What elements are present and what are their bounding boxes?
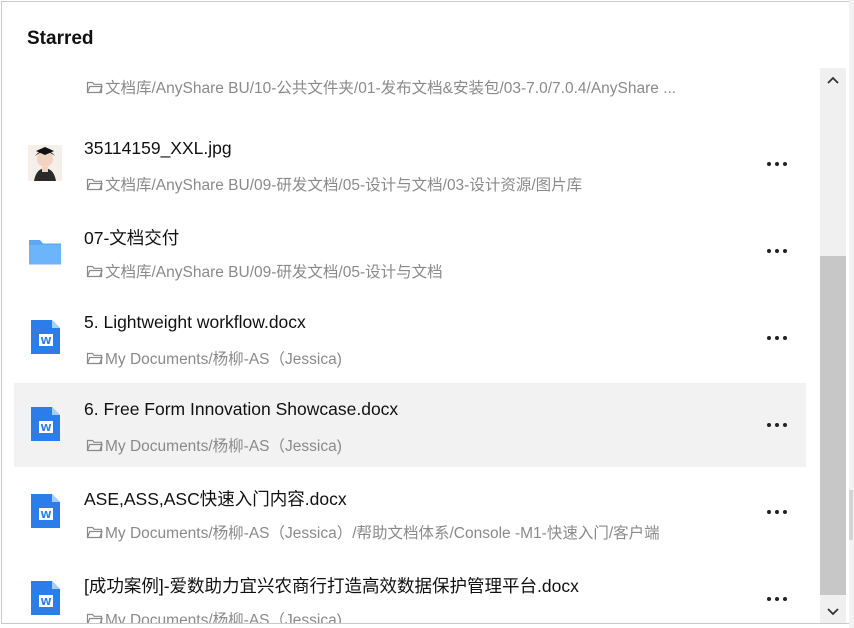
folder-outline-icon [86, 81, 103, 94]
item-path: 文档库/AnyShare BU/09-研发文档/05-设计与文档 [86, 260, 443, 282]
item-name: 07-文档交付 [84, 228, 180, 248]
more-options-button[interactable] [760, 413, 794, 437]
item-path: My Documents/杨柳-AS（Jessica) [86, 347, 342, 369]
item-path: 文档库/AnyShare BU/09-研发文档/05-设计与文档/03-设计资源… [86, 173, 582, 195]
item-path: My Documents/杨柳-AS（Jessica) [86, 608, 342, 623]
list-item[interactable]: 文档库/AnyShare BU/10-公共文件夹/01-发布文档&安装包/03-… [14, 62, 806, 122]
svg-text:W: W [40, 597, 51, 608]
list-item[interactable]: W [成功案例]-爱数助力宜兴农商行打造高效数据保护管理平台.docx My D… [14, 557, 806, 623]
folder-outline-icon [86, 439, 103, 452]
item-path: My Documents/杨柳-AS（Jessica）/帮助文档体系/Conso… [86, 521, 660, 543]
item-name: 35114159_XXL.jpg [84, 138, 232, 158]
list-item[interactable]: W ASE,ASS,ASC快速入门内容.docx My Documents/杨柳… [14, 470, 806, 554]
folder-outline-icon [86, 178, 103, 191]
window-edge [849, 0, 854, 628]
svg-text:W: W [40, 336, 51, 347]
more-options-button[interactable] [760, 500, 794, 524]
word-doc-icon: W [31, 407, 60, 441]
scroll-up-button[interactable] [820, 68, 846, 92]
image-thumbnail [28, 145, 62, 181]
word-doc-icon: W [31, 320, 60, 354]
list-item[interactable]: 35114159_XXL.jpg 文档库/AnyShare BU/09-研发文档… [14, 122, 806, 206]
starred-panel: Starred 文档库/AnyShare BU/10-公共文件夹/01-发布文档… [1, 1, 850, 624]
list-item-selected[interactable]: W 6. Free Form Innovation Showcase.docx … [14, 383, 806, 467]
item-name: 6. Free Form Innovation Showcase.docx [84, 399, 399, 419]
folder-outline-icon [86, 526, 103, 539]
item-name: [成功案例]-爱数助力宜兴农商行打造高效数据保护管理平台.docx [84, 576, 579, 596]
scrollbar-thumb[interactable] [820, 256, 846, 595]
item-path: My Documents/杨柳-AS（Jessica) [86, 434, 342, 456]
folder-outline-icon [86, 613, 103, 623]
list-item[interactable]: 07-文档交付 文档库/AnyShare BU/09-研发文档/05-设计与文档 [14, 209, 806, 293]
list-item[interactable]: W 5. Lightweight workflow.docx My Docume… [14, 296, 806, 380]
folder-outline-icon [86, 265, 103, 278]
svg-text:W: W [40, 510, 51, 521]
more-options-button[interactable] [760, 152, 794, 176]
folder-icon [29, 240, 61, 265]
svg-text:W: W [40, 423, 51, 434]
scroll-down-button[interactable] [820, 600, 846, 623]
item-path: 文档库/AnyShare BU/10-公共文件夹/01-发布文档&安装包/03-… [86, 76, 676, 98]
chevron-down-icon [827, 608, 839, 616]
word-doc-icon: W [31, 494, 60, 528]
more-options-button[interactable] [760, 326, 794, 350]
chevron-up-icon [827, 76, 839, 84]
panel-title: Starred [27, 28, 94, 49]
more-options-button[interactable] [760, 239, 794, 263]
item-name: 5. Lightweight workflow.docx [84, 312, 306, 332]
folder-outline-icon [86, 352, 103, 365]
vertical-scrollbar[interactable] [820, 68, 846, 623]
item-name: ASE,ASS,ASC快速入门内容.docx [84, 489, 347, 509]
word-doc-icon: W [31, 581, 60, 615]
more-options-button[interactable] [760, 587, 794, 611]
starred-list: 文档库/AnyShare BU/10-公共文件夹/01-发布文档&安装包/03-… [14, 62, 806, 623]
